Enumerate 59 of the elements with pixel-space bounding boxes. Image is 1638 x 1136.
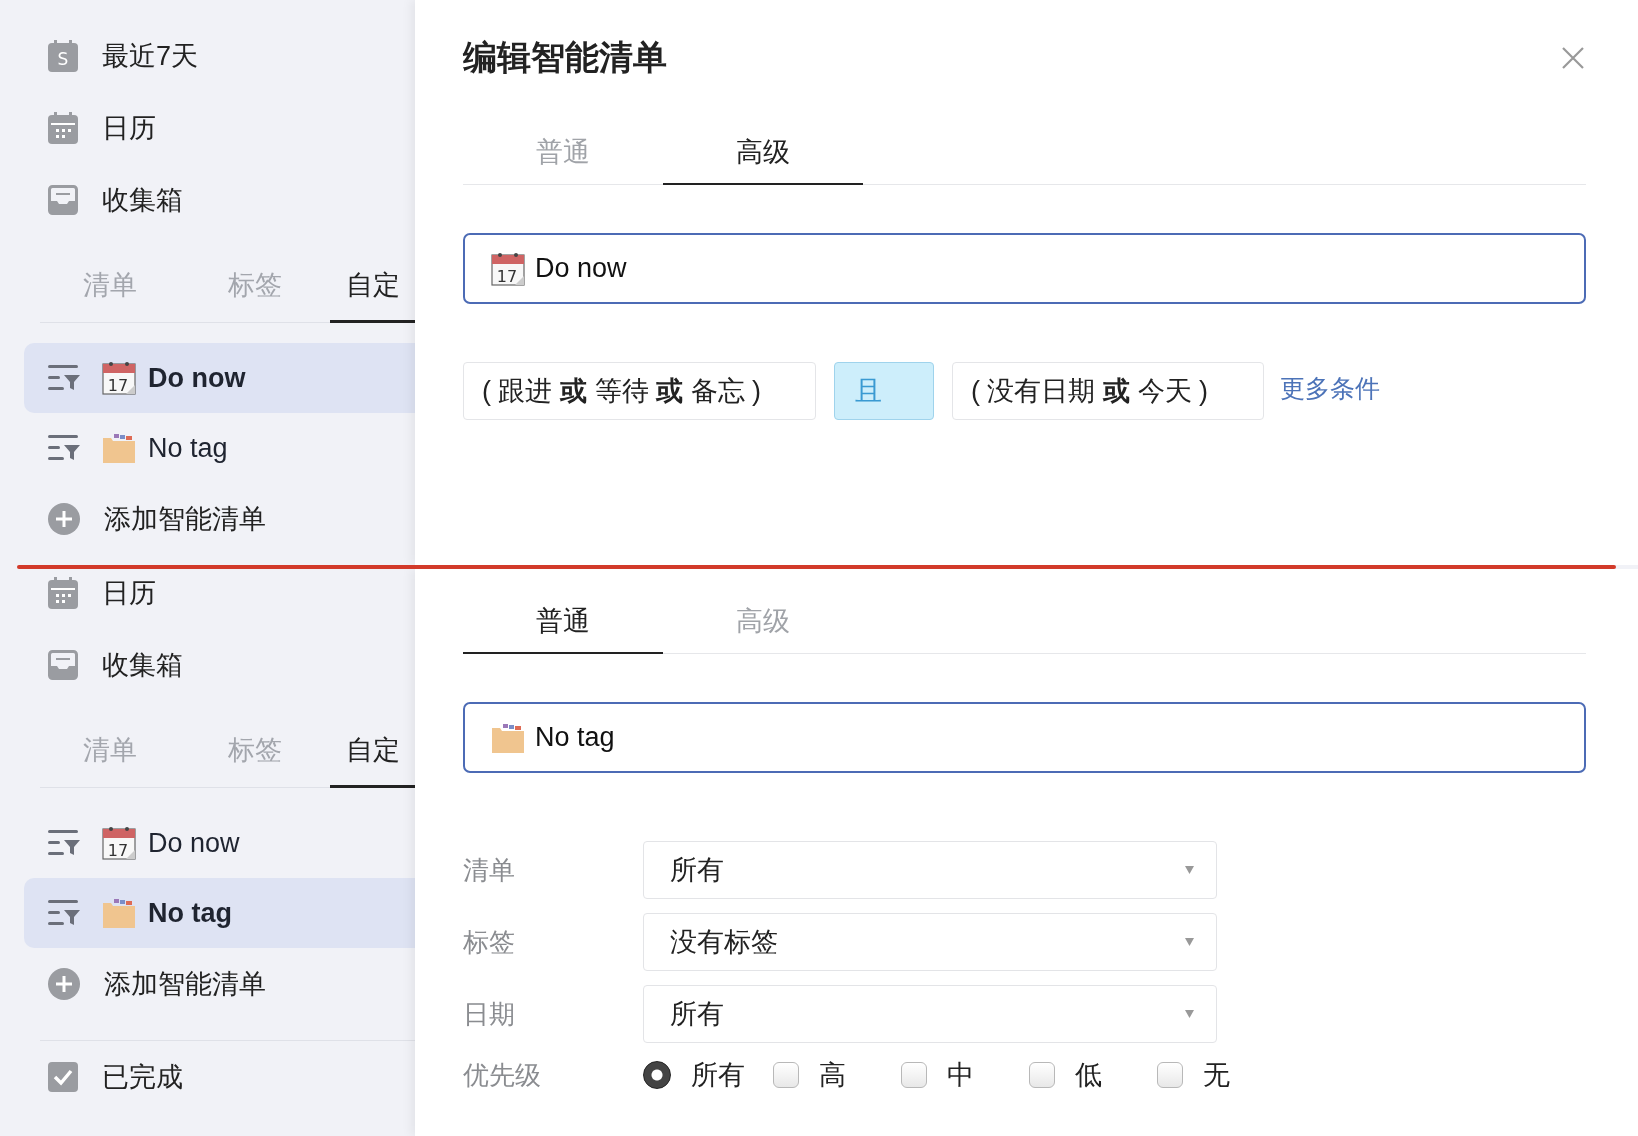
filter-list-icon: [48, 365, 80, 391]
checkbox[interactable]: [773, 1062, 799, 1088]
filter-list-icon: [48, 435, 80, 461]
filter-dropdown[interactable]: 所有: [643, 985, 1217, 1043]
dialog-tab[interactable]: 普通: [463, 589, 663, 654]
add-smart-list-item[interactable]: 添加智能清单: [0, 948, 415, 1020]
add-icon: [48, 968, 80, 1000]
name-input-field[interactable]: 17 Do now: [463, 233, 1586, 304]
calendar-icon: 17: [102, 361, 136, 395]
close-icon: [1562, 47, 1584, 69]
option-label: 高: [819, 1059, 847, 1092]
add-smart-list-item[interactable]: 添加智能清单: [0, 483, 415, 555]
box-icon: [491, 722, 525, 753]
box-icon: [102, 433, 136, 463]
inbox-icon: [48, 650, 78, 680]
calendar-icon: 17: [102, 826, 136, 860]
name-input-field[interactable]: No tag: [463, 702, 1586, 773]
smart-list-item[interactable]: 17 Do now: [24, 343, 415, 413]
more-conditions-link[interactable]: 更多条件: [1280, 371, 1380, 405]
sidebar-item[interactable]: 收集箱: [0, 164, 415, 236]
calendar-icon: [48, 577, 78, 609]
option-label: 无: [1203, 1059, 1231, 1092]
sidebar-item[interactable]: 已完成: [0, 1041, 415, 1113]
inbox-icon: [48, 185, 78, 215]
calendar-icon: [48, 112, 78, 144]
condition-chip[interactable]: ( 跟进 或 等待 或 备忘 ): [463, 362, 816, 420]
checkbox[interactable]: [901, 1062, 927, 1088]
dialog-title: 编辑智能清单: [463, 37, 667, 78]
sidebar-item[interactable]: 日历: [0, 92, 415, 164]
option-label: 中: [947, 1059, 975, 1092]
checkbox[interactable]: [1157, 1062, 1183, 1088]
radio-button[interactable]: [643, 1061, 671, 1089]
filter-dropdown[interactable]: 所有: [643, 841, 1217, 899]
sidebar-item[interactable]: 日历: [0, 569, 415, 629]
filter-dropdown[interactable]: 没有标签: [643, 913, 1217, 971]
filter-label: 清单: [463, 853, 516, 887]
box-icon: [102, 898, 136, 928]
filter-label: 日期: [463, 997, 516, 1031]
checkbox[interactable]: [1029, 1062, 1055, 1088]
calendar-icon: 17: [491, 251, 525, 286]
checkbox-icon: [48, 1062, 78, 1092]
filter-list-icon: [48, 900, 80, 926]
caret-icon: [1185, 1010, 1194, 1018]
filter-list-icon: [48, 830, 80, 856]
calendar-icon: S: [48, 40, 78, 72]
condition-chip[interactable]: ( 没有日期 或 今天 ): [952, 362, 1264, 420]
caret-icon: [1185, 938, 1194, 946]
caret-icon: [1185, 866, 1194, 874]
option-label: 低: [1075, 1059, 1103, 1092]
dialog-tab[interactable]: 高级: [663, 120, 863, 185]
smart-list-item[interactable]: No tag: [24, 413, 415, 483]
add-icon: [48, 503, 80, 535]
smart-list-item[interactable]: 17 Do now: [24, 808, 415, 878]
sidebar-item[interactable]: S 最近7天: [0, 20, 415, 92]
sidebar-item[interactable]: 收集箱: [0, 629, 415, 701]
smart-list-item[interactable]: No tag: [24, 878, 415, 948]
filter-label: 标签: [463, 925, 516, 959]
filter-label: 优先级: [463, 1058, 542, 1092]
option-label: 所有: [691, 1059, 746, 1092]
